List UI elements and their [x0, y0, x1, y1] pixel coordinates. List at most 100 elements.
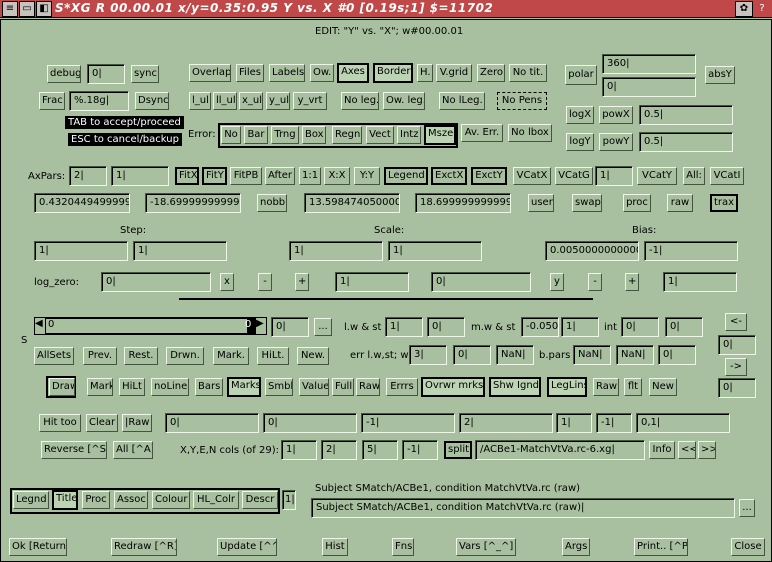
- marks-button[interactable]: Marks: [227, 377, 261, 397]
- value-button[interactable]: Value: [299, 378, 329, 396]
- set-slider[interactable]: ◀ 0 0 ▶: [34, 317, 267, 335]
- log-zero-y-button[interactable]: y: [550, 273, 564, 291]
- nopens-button[interactable]: No Pens: [497, 92, 547, 110]
- debug-field[interactable]: 0|: [87, 64, 125, 84]
- raw-hit-button[interactable]: |Raw: [122, 414, 152, 432]
- legend-button[interactable]: Legend: [384, 167, 428, 185]
- help-icon[interactable]: ?: [754, 1, 770, 17]
- hilt-button[interactable]: HiLt: [119, 378, 145, 396]
- leglins-button[interactable]: LegLins: [547, 377, 587, 397]
- axpars-field-2[interactable]: 1|: [111, 166, 169, 186]
- one-to-one-button[interactable]: 1:1: [299, 167, 321, 185]
- bpars-field-1[interactable]: NaN|: [573, 345, 611, 365]
- log-zero-x2-field[interactable]: 1|: [335, 272, 409, 292]
- tab-index-field[interactable]: 1|: [282, 490, 296, 510]
- hit-field-6[interactable]: -1|: [596, 413, 632, 433]
- int-field-1[interactable]: 0|: [621, 317, 659, 337]
- full-button[interactable]: Full: [332, 378, 354, 396]
- subject-more-button[interactable]: ...: [739, 499, 755, 517]
- av-err-button[interactable]: Av. Err.: [461, 124, 503, 142]
- prev-file-button[interactable]: <<: [678, 441, 696, 459]
- tab-legnd[interactable]: Legnd: [13, 491, 49, 509]
- next-file-button[interactable]: >>: [698, 441, 716, 459]
- slider-right-arrow-icon[interactable]: ▶: [256, 318, 266, 334]
- user-button[interactable]: user: [528, 194, 554, 212]
- log-zero-y-plus[interactable]: +: [625, 273, 639, 291]
- bpars-field-2[interactable]: NaN|: [616, 345, 654, 365]
- labels-button[interactable]: Labels: [269, 64, 305, 82]
- lw-field-2[interactable]: 0|: [427, 317, 465, 337]
- err-no-button[interactable]: No: [221, 126, 241, 144]
- update-button[interactable]: Update [^^]: [217, 538, 277, 556]
- raw-mode-button[interactable]: Raw: [593, 378, 619, 396]
- trax-button[interactable]: trax: [710, 194, 738, 212]
- vgrid-button[interactable]: V.grid: [436, 64, 472, 82]
- split-button[interactable]: split: [444, 441, 472, 459]
- shw-ignd-button[interactable]: Shw Ignd: [489, 377, 541, 397]
- fitx-button[interactable]: FitX: [175, 167, 199, 185]
- col-x-field[interactable]: 1|: [281, 440, 317, 460]
- frac-button[interactable]: Frac: [39, 92, 65, 110]
- info-button[interactable]: Info: [649, 441, 675, 459]
- nav-back-button[interactable]: <-: [725, 313, 747, 331]
- vcatg-button[interactable]: VCatG: [555, 167, 593, 185]
- tab-hl-colr[interactable]: HL_Colr: [193, 491, 239, 509]
- log-zero-x-plus[interactable]: +: [295, 273, 309, 291]
- bias-y-field[interactable]: -1|: [644, 241, 738, 261]
- x-ul-button[interactable]: x_ul: [239, 92, 263, 110]
- rest-button[interactable]: Rest.: [124, 347, 158, 365]
- ovrwr-mrks-button[interactable]: Ovrwr mrks: [421, 377, 485, 397]
- print-button[interactable]: Print.. [^P]: [634, 538, 688, 556]
- all-a-button[interactable]: All [^A]: [113, 441, 153, 459]
- allsets-button[interactable]: AllSets: [34, 347, 74, 365]
- log-zero-y-minus[interactable]: -: [588, 273, 602, 291]
- zero-button[interactable]: Zero: [477, 64, 505, 82]
- clear-button[interactable]: Clear: [86, 414, 118, 432]
- col-n-field[interactable]: -1|: [402, 440, 438, 460]
- new-set-button[interactable]: New.: [297, 347, 329, 365]
- xx-button[interactable]: X:X: [324, 167, 350, 185]
- y-ul-button[interactable]: y_ul: [266, 92, 290, 110]
- debug-button[interactable]: debug: [47, 65, 81, 83]
- swap-button[interactable]: swap: [572, 194, 602, 212]
- vcatl-button[interactable]: VCatI: [710, 167, 744, 185]
- log-zero-x-minus[interactable]: -: [258, 273, 272, 291]
- log-zero-x-button[interactable]: x: [220, 273, 234, 291]
- overlap-button[interactable]: Overlap: [189, 64, 231, 82]
- err-regn-button[interactable]: Regn: [332, 126, 362, 144]
- reverse-button[interactable]: Reverse [^S]: [41, 441, 107, 459]
- polar-button[interactable]: polar: [565, 65, 597, 85]
- scale-x-field[interactable]: 1|: [289, 241, 383, 261]
- tab-assoc[interactable]: Assoc: [114, 491, 148, 509]
- powx-button[interactable]: powX: [599, 106, 633, 124]
- nolbox-button[interactable]: No lbox: [508, 124, 552, 142]
- vcaty-button[interactable]: VCatY: [637, 167, 677, 185]
- exctx-button[interactable]: ExctX: [431, 167, 467, 185]
- int-field-2[interactable]: 0|: [665, 317, 703, 337]
- vcat-field[interactable]: 1|: [595, 166, 633, 186]
- log-zero-y2-field[interactable]: 1|: [663, 272, 737, 292]
- logy-button[interactable]: logY: [566, 133, 594, 151]
- after-button[interactable]: After: [265, 167, 295, 185]
- col-y-field[interactable]: 2|: [321, 440, 357, 460]
- raw-toggle[interactable]: raw: [667, 194, 693, 212]
- err-msze-button[interactable]: Msze: [424, 125, 456, 145]
- hit-field-2[interactable]: 0|: [263, 413, 357, 433]
- new-draw-button[interactable]: New: [649, 378, 677, 396]
- lw-field-1[interactable]: 1|: [385, 317, 423, 337]
- hit-field-7[interactable]: 0,1|: [636, 413, 730, 433]
- err-lw-field-1[interactable]: 3|: [409, 345, 447, 365]
- nav-field-2[interactable]: 0|: [718, 378, 756, 398]
- axes-button[interactable]: Axes: [337, 63, 369, 83]
- noline-button[interactable]: noLine: [151, 378, 189, 396]
- err-intz-button[interactable]: Intz: [397, 126, 421, 144]
- fity-button[interactable]: FitY: [202, 167, 227, 185]
- mw-field-2[interactable]: 1|: [561, 317, 599, 337]
- noleg-button[interactable]: No leg.: [341, 92, 379, 110]
- close-button[interactable]: Close: [731, 538, 765, 556]
- all-button[interactable]: All:: [683, 167, 705, 185]
- proc-button[interactable]: proc: [623, 194, 651, 212]
- err-box-button[interactable]: Box: [302, 126, 326, 144]
- sync-button[interactable]: sync: [131, 65, 159, 83]
- slider-left-arrow-icon[interactable]: ◀: [35, 318, 45, 334]
